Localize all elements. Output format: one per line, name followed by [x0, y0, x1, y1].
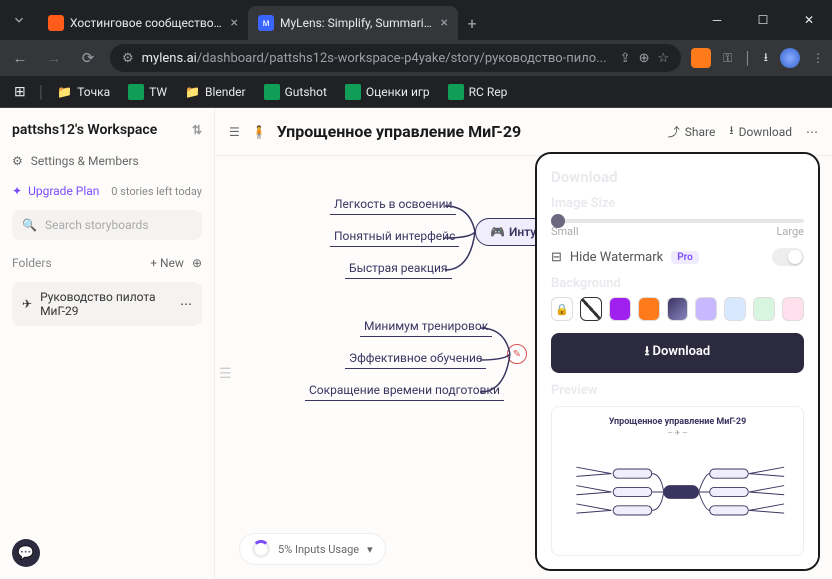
- workspace-switcher-icon[interactable]: ⇅: [192, 123, 202, 137]
- close-icon[interactable]: ×: [441, 15, 448, 31]
- mindmap-node[interactable]: Понятный интерфейс: [330, 226, 459, 247]
- swatch[interactable]: [638, 297, 660, 321]
- share-icon: ⤴: [668, 123, 680, 140]
- url-host: mylens.ai: [142, 51, 197, 66]
- item-menu-icon[interactable]: ⋯: [180, 297, 192, 311]
- tab-search-icon[interactable]: [0, 0, 38, 40]
- swatch[interactable]: [695, 297, 717, 321]
- zoom-icon[interactable]: ⊕: [639, 51, 650, 66]
- search-icon: 🔍: [22, 218, 37, 232]
- swatch-transparent[interactable]: [580, 297, 602, 321]
- image-size-slider[interactable]: [551, 219, 804, 223]
- usage-ring-icon: [252, 540, 270, 558]
- swatch-locked[interactable]: 🔒: [551, 297, 573, 321]
- downloads-icon[interactable]: ⭳: [764, 48, 768, 69]
- inputs-usage[interactable]: 5% Inputs Usage ▾: [239, 533, 386, 565]
- watermark-toggle[interactable]: [772, 248, 804, 266]
- window-close[interactable]: ✕: [786, 0, 832, 40]
- workspace-name[interactable]: pattshs12's Workspace: [12, 122, 157, 138]
- bookmark-item[interactable]: Gutshot: [258, 81, 333, 103]
- reload-button[interactable]: ⟳: [76, 46, 100, 70]
- gear-icon: ⚙: [12, 154, 23, 168]
- settings-link[interactable]: ⚙ Settings & Members: [12, 150, 202, 172]
- download-button[interactable]: ⭳Download: [729, 121, 792, 142]
- browser-tab-0[interactable]: Хостинговое сообщество «Tim ×: [38, 6, 248, 40]
- stories-left: 0 stories left today: [111, 185, 202, 198]
- folder-item[interactable]: ✈ Руководство пилота МиГ-29 ⋯: [12, 282, 202, 326]
- swatch[interactable]: [753, 297, 775, 321]
- swatch[interactable]: [667, 297, 689, 321]
- collapse-sidebar-icon[interactable]: ☰: [219, 366, 232, 382]
- person-icon: 🧍: [252, 125, 267, 139]
- site-info-icon[interactable]: ⚙: [122, 51, 134, 66]
- chevron-down-icon: ▾: [367, 543, 373, 556]
- swatch[interactable]: [609, 297, 631, 321]
- add-folder-icon[interactable]: ⊕: [192, 256, 202, 270]
- browser-tab-1[interactable]: ᴍ MyLens: Simplify, Summarize, a ×: [248, 6, 458, 40]
- bookmark-item[interactable]: 📁Blender: [179, 82, 252, 102]
- upgrade-plan-link[interactable]: ✦ Upgrade Plan: [12, 184, 99, 198]
- download-panel: Download Image Size SmallLarge ⊟ Hide Wa…: [535, 152, 820, 571]
- address-bar[interactable]: ⚙ mylens.ai/dashboard/pattshs12s-workspa…: [110, 44, 681, 72]
- download-icon: ⭳: [729, 121, 733, 142]
- share-button[interactable]: ⤴Share: [668, 123, 716, 140]
- url-path: /dashboard/pattshs12s-workspace-p4yake/s…: [197, 51, 607, 66]
- tab-title: Хостинговое сообщество «Tim: [70, 16, 225, 30]
- extensions-icon[interactable]: ⚿: [723, 51, 732, 66]
- download-action-button[interactable]: ⭳ Download: [551, 333, 804, 373]
- tab-title: MyLens: Simplify, Summarize, a: [280, 16, 435, 30]
- profile-avatar[interactable]: [780, 48, 800, 68]
- window-minimize[interactable]: ─: [694, 0, 740, 40]
- install-app-icon[interactable]: ⇪: [620, 51, 631, 66]
- extension-icon[interactable]: [691, 48, 711, 68]
- bookmark-item[interactable]: RC Rep: [442, 81, 514, 103]
- mindmap-node[interactable]: Минимум тренировок: [360, 316, 492, 337]
- bookmark-item[interactable]: TW: [122, 81, 173, 103]
- search-storyboards-input[interactable]: 🔍 Search storyboards: [12, 210, 202, 240]
- preview-image: Упрощенное управление МиГ-29 — ✈ —: [551, 406, 804, 556]
- panel-title: Download: [551, 168, 804, 186]
- mindmap-node[interactable]: Быстрая реакция: [345, 258, 452, 279]
- bookmark-item[interactable]: 📁Точка: [51, 82, 116, 102]
- hide-watermark-row: ⊟ Hide Watermark Pro: [551, 248, 804, 266]
- folders-label: Folders: [12, 256, 52, 270]
- sparkle-icon: ✦: [12, 184, 22, 198]
- mindmap-node[interactable]: Сокращение времени подготовки: [305, 380, 504, 401]
- swatch[interactable]: [782, 297, 804, 321]
- window-maximize[interactable]: ☐: [740, 0, 786, 40]
- close-icon[interactable]: ×: [231, 15, 238, 31]
- watermark-icon: ⊟: [551, 250, 562, 265]
- pro-badge: Pro: [671, 251, 699, 264]
- more-icon[interactable]: ⋯: [806, 125, 818, 139]
- forward-button[interactable]: →: [42, 46, 66, 70]
- help-button[interactable]: 💬: [12, 539, 40, 567]
- menu-icon[interactable]: ⋮: [812, 51, 824, 65]
- mindmap-node[interactable]: Эффективное обучение: [345, 348, 486, 369]
- background-swatches: 🔒: [551, 297, 804, 321]
- mindmap-hub-icon[interactable]: ✎: [507, 344, 527, 364]
- preview-label: Preview: [551, 383, 804, 398]
- back-button[interactable]: ←: [8, 46, 32, 70]
- gamepad-icon: 🎮: [490, 225, 505, 239]
- new-folder-button[interactable]: + New: [150, 256, 184, 270]
- page-title: Упрощенное управление МиГ-29: [277, 122, 522, 141]
- image-size-label: Image Size: [551, 196, 804, 211]
- mindmap-node[interactable]: Легкость в освоении: [330, 194, 456, 215]
- bookmark-item[interactable]: Оценки игр: [339, 81, 436, 103]
- plane-icon: ✈: [22, 297, 32, 311]
- new-tab-button[interactable]: +: [458, 6, 486, 40]
- background-label: Background: [551, 276, 804, 291]
- bookmark-star-icon[interactable]: ☆: [658, 51, 670, 66]
- menu-icon[interactable]: ☰: [229, 125, 240, 139]
- apps-grid-icon[interactable]: ⊞: [8, 81, 32, 103]
- swatch[interactable]: [724, 297, 746, 321]
